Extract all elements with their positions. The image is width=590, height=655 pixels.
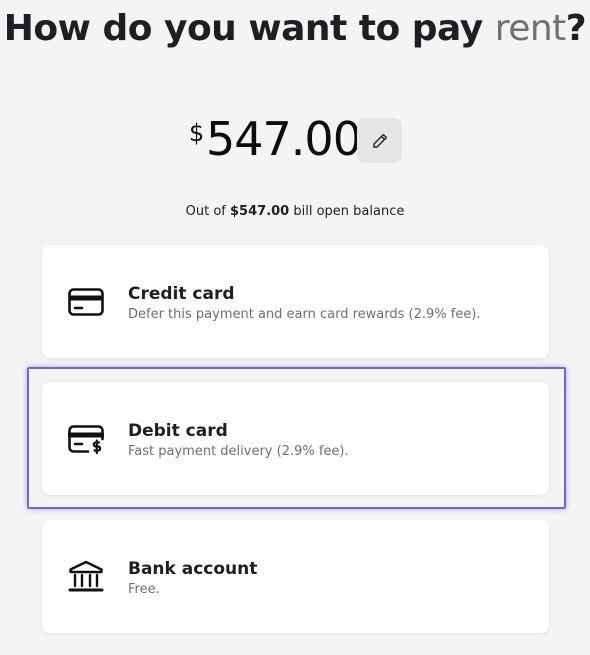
credit-card-icon <box>68 285 104 319</box>
open-balance-text: Out of $547.00 bill open balance <box>185 204 405 219</box>
title-prefix: How do you want to pay <box>3 8 495 49</box>
payment-amount-row: $ 547.00 <box>0 112 590 170</box>
option-description: Fast payment delivery (2.9% fee). <box>128 444 349 459</box>
option-description: Free. <box>128 582 160 597</box>
payment-option-credit-card[interactable]: Credit card Defer this payment and earn … <box>42 245 549 358</box>
option-name: Credit card <box>128 284 235 304</box>
option-name: Bank account <box>128 559 258 579</box>
page-title: How do you want to pay rent? <box>0 8 590 49</box>
payment-amount[interactable]: 547.00 <box>206 112 362 166</box>
payment-option-debit-card[interactable]: Debit card Fast payment delivery (2.9% f… <box>42 382 549 495</box>
bank-icon <box>68 560 104 594</box>
pencil-icon <box>372 133 387 148</box>
option-description: Defer this payment and earn card rewards… <box>128 307 481 322</box>
balance-amount: $547.00 <box>230 204 290 219</box>
debit-card-dollar-icon <box>67 422 105 456</box>
title-suffix: ? <box>565 8 587 49</box>
title-highlight-word: rent <box>494 8 567 49</box>
option-name: Debit card <box>128 421 228 441</box>
edit-amount-button[interactable] <box>357 118 402 163</box>
payment-option-bank-account[interactable]: Bank account Free. <box>42 520 549 633</box>
currency-symbol: $ <box>189 119 205 147</box>
